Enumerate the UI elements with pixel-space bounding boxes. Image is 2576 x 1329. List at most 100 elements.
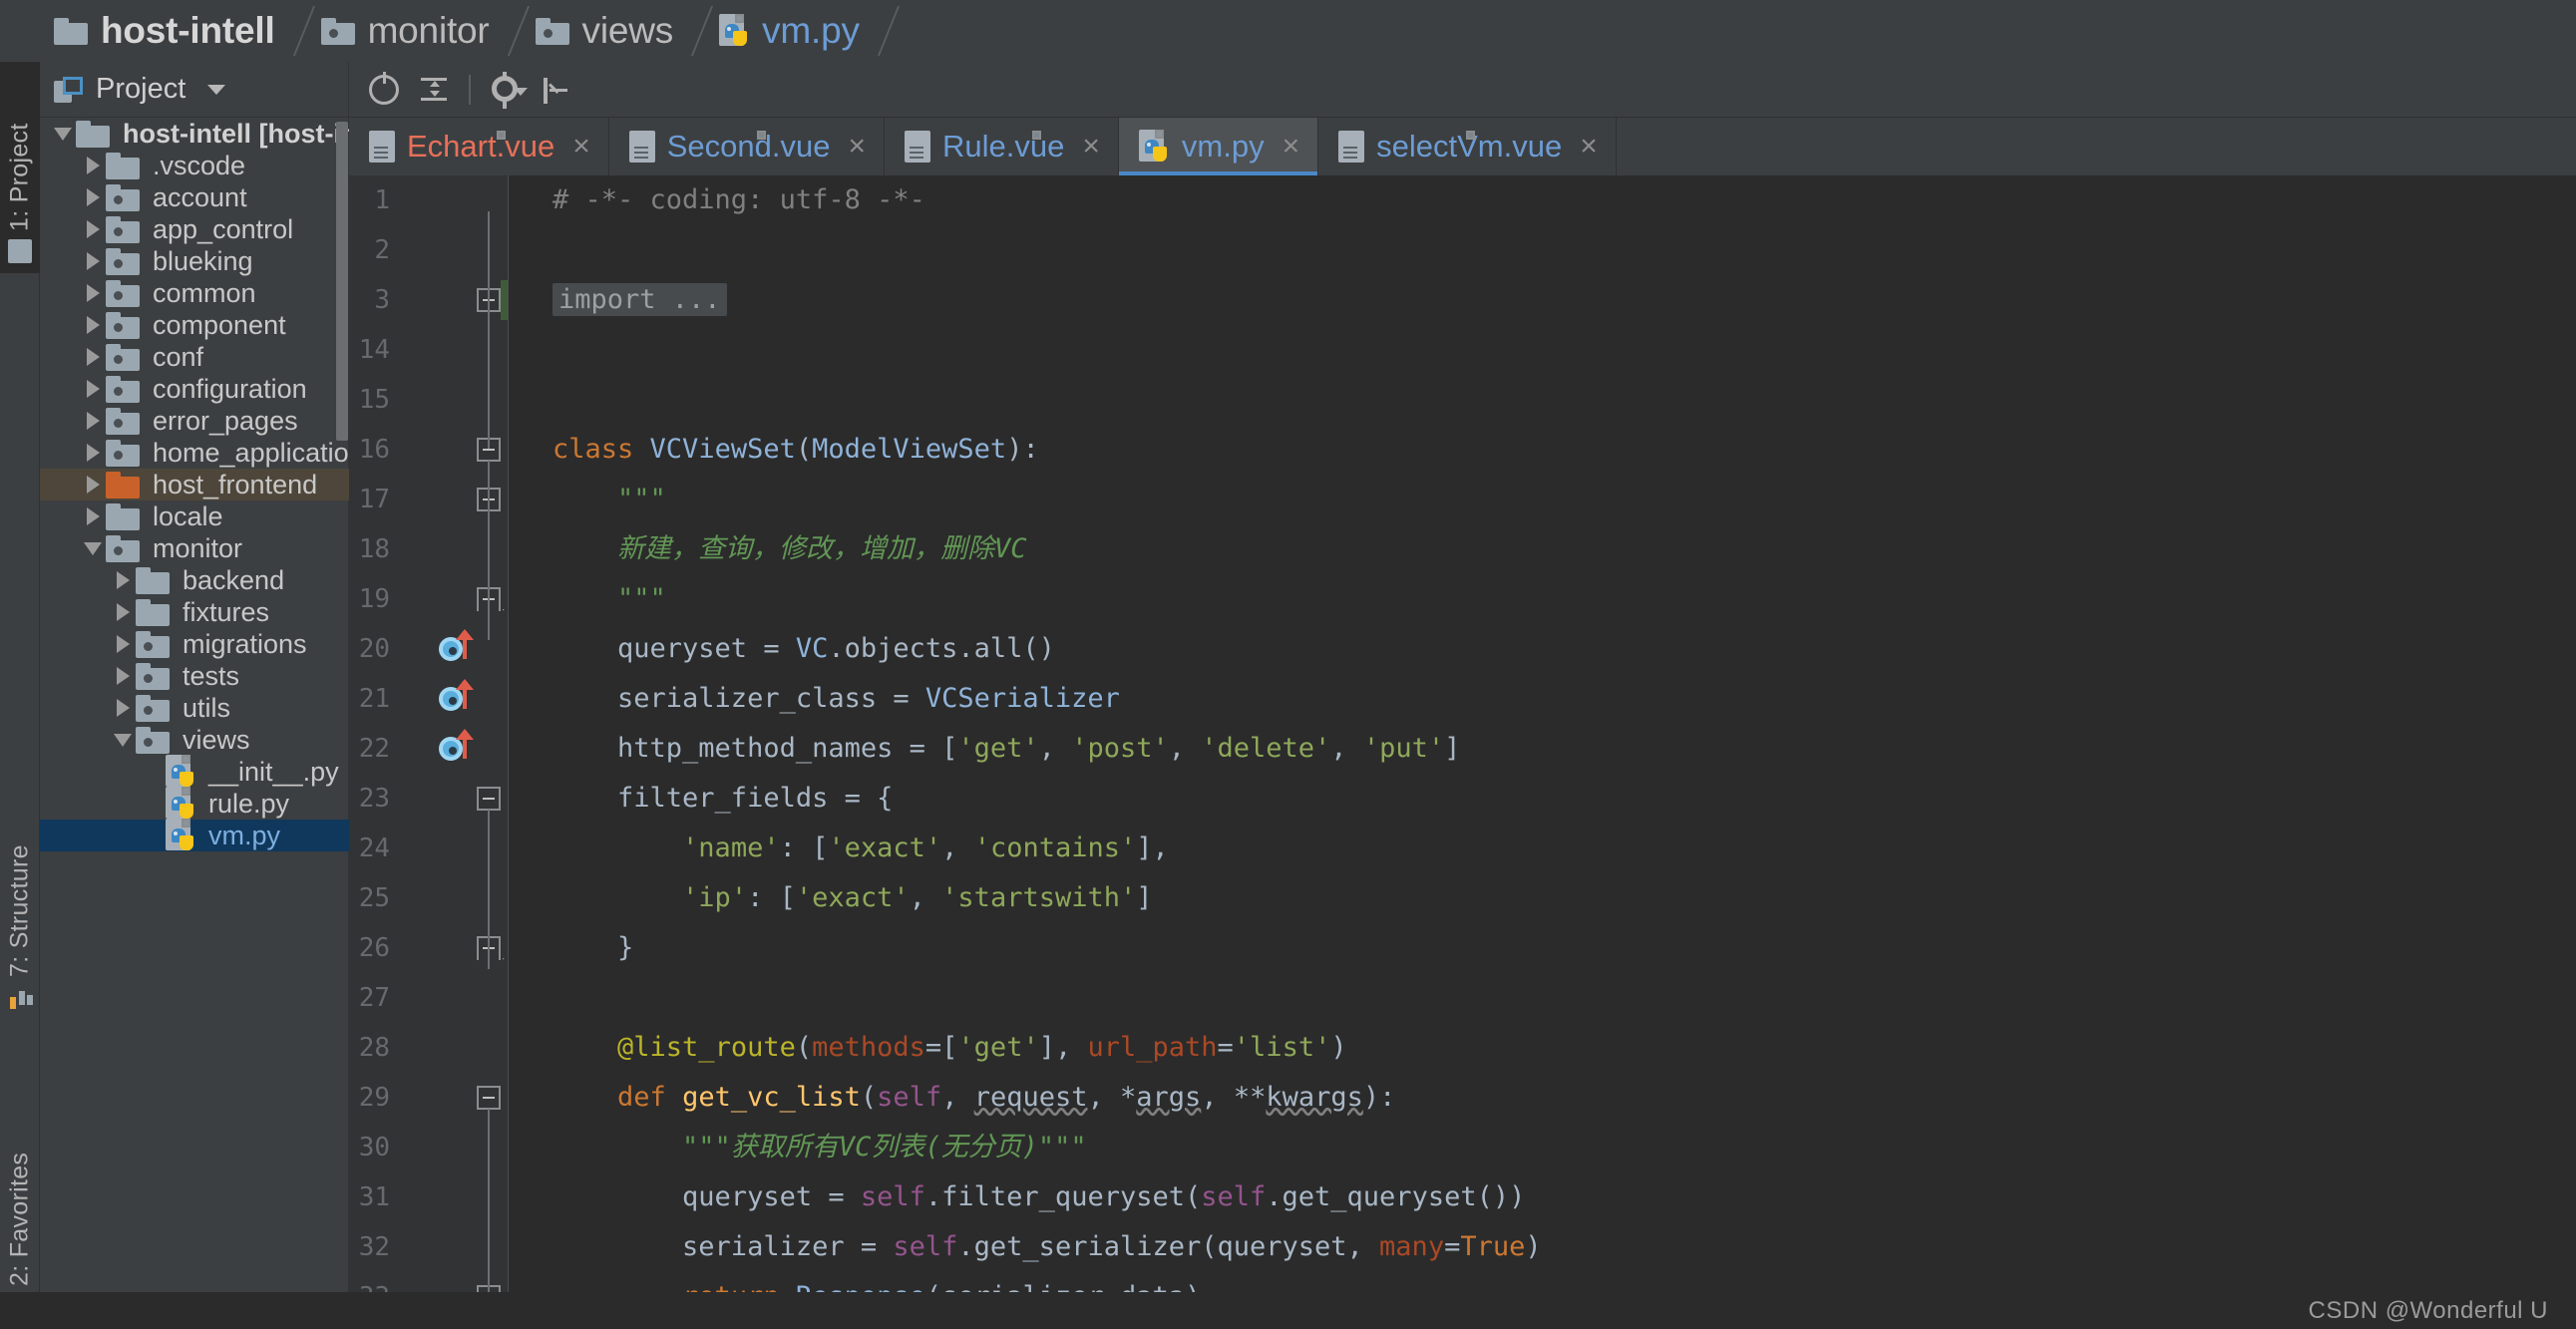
close-icon[interactable]: × — [1283, 132, 1300, 162]
editor-tab-selectvm-vue[interactable]: selectVm.vue × — [1318, 118, 1617, 175]
gutter-row[interactable]: 17 — [349, 475, 508, 524]
tree-expand-arrow-right-icon[interactable] — [80, 157, 106, 174]
code-line[interactable]: serializer = self.get_serializer(queryse… — [552, 1222, 2576, 1272]
code-line[interactable]: queryset = self.filter_queryset(self.get… — [552, 1172, 2576, 1222]
tree-item-app-control[interactable]: app_control — [40, 213, 349, 245]
code-line[interactable] — [552, 973, 2576, 1023]
tree-item--init-py[interactable]: __init__.py — [40, 755, 349, 788]
gutter-row[interactable]: 14 — [349, 325, 508, 375]
code-area[interactable]: # -*- coding: utf-8 -*- import ... class… — [509, 175, 2576, 1292]
close-icon[interactable]: × — [848, 132, 866, 162]
tree-expand-arrow-right-icon[interactable] — [80, 188, 106, 206]
gutter-row[interactable]: 1 — [349, 175, 508, 225]
tree-expand-arrow-down-icon[interactable] — [50, 127, 76, 141]
gutter-row[interactable]: 27 — [349, 973, 508, 1023]
code-line[interactable]: 'name': ['exact', 'contains'], — [552, 824, 2576, 873]
fold-collapse-icon[interactable] — [477, 787, 501, 811]
overridden-member-icon[interactable] — [437, 729, 474, 765]
tree-item-rule-py[interactable]: rule.py — [40, 787, 349, 820]
gutter-row[interactable]: 26 — [349, 923, 508, 973]
tree-item-vm-py[interactable]: vm.py — [40, 819, 349, 851]
tree-expand-arrow-right-icon[interactable] — [80, 507, 106, 525]
code-line[interactable]: serializer_class = VCSerializer — [552, 674, 2576, 724]
gutter-row[interactable]: 3 — [349, 275, 508, 325]
tree-expand-arrow-right-icon[interactable] — [110, 571, 136, 589]
hide-panel-icon[interactable] — [534, 68, 577, 112]
gutter-row[interactable]: 29 — [349, 1073, 508, 1123]
code-line[interactable]: http_method_names = ['get', 'post', 'del… — [552, 724, 2576, 774]
code-line[interactable] — [552, 325, 2576, 375]
tree-expand-arrow-right-icon[interactable] — [80, 348, 106, 366]
gutter-row[interactable]: 20 — [349, 624, 508, 674]
tree-item-tests[interactable]: tests — [40, 660, 349, 692]
tree-expand-arrow-down-icon[interactable] — [110, 733, 136, 747]
collapse-all-icon[interactable] — [412, 68, 456, 112]
breadcrumb-item-views[interactable]: views — [522, 0, 680, 62]
gutter-row[interactable]: 28 — [349, 1023, 508, 1073]
tree-expand-arrow-right-icon[interactable] — [80, 284, 106, 302]
tree-item-blueking[interactable]: blueking — [40, 245, 349, 277]
close-icon[interactable]: × — [1580, 132, 1598, 162]
tree-item--vscode[interactable]: .vscode — [40, 150, 349, 181]
tree-item-common[interactable]: common — [40, 277, 349, 309]
project-panel-header[interactable]: Project — [40, 62, 348, 118]
tree-item-fixtures[interactable]: fixtures — [40, 596, 349, 628]
close-icon[interactable]: × — [1082, 132, 1100, 162]
editor-gutter[interactable]: 1 2 3 14 15 16 17 18 19 20 21 22 23 24 25 26 27 28 29 30 31 3… — [349, 175, 509, 1323]
tree-expand-arrow-right-icon[interactable] — [80, 316, 106, 334]
tree-expand-arrow-right-icon[interactable] — [110, 667, 136, 685]
tree-expand-arrow-right-icon[interactable] — [80, 412, 106, 430]
vcs-change-marker[interactable] — [501, 280, 508, 320]
tree-item-error-pages[interactable]: error_pages — [40, 405, 349, 437]
tree-item-utils[interactable]: utils — [40, 692, 349, 724]
tree-expand-arrow-right-icon[interactable] — [80, 476, 106, 494]
code-line[interactable] — [552, 375, 2576, 425]
breadcrumb-item-vm-py[interactable]: vm.py — [705, 0, 866, 62]
overridden-member-icon[interactable] — [437, 629, 474, 665]
code-line[interactable]: class VCViewSet(ModelViewSet): — [552, 425, 2576, 475]
gutter-row[interactable]: 21 — [349, 674, 508, 724]
tree-item-host-intell-host-intell-mas[interactable]: host-intell [host-intell-mas — [40, 118, 349, 150]
code-line[interactable]: """ — [552, 475, 2576, 524]
locate-icon[interactable] — [362, 68, 406, 112]
code-line[interactable]: 新建，查询，修改，增加，删除VC — [552, 524, 2576, 574]
code-editor[interactable]: 1 2 3 14 15 16 17 18 19 20 21 22 23 24 25 26 27 28 29 30 31 3… — [349, 175, 2576, 1323]
code-line[interactable]: queryset = VC.objects.all() — [552, 624, 2576, 674]
breadcrumb-item-monitor[interactable]: monitor — [307, 0, 496, 62]
gutter-row[interactable]: 19 — [349, 574, 508, 624]
tree-item-monitor[interactable]: monitor — [40, 532, 349, 564]
editor-tab-vm-py[interactable]: vm.py × — [1118, 118, 1319, 175]
gutter-row[interactable]: 23 — [349, 774, 508, 824]
code-line[interactable]: """获取所有VC列表(无分页)""" — [552, 1123, 2576, 1172]
gutter-row[interactable]: 15 — [349, 375, 508, 425]
gutter-row[interactable]: 25 — [349, 873, 508, 923]
editor-tab-second-vue[interactable]: Second.vue × — [608, 118, 885, 175]
tree-expand-arrow-right-icon[interactable] — [80, 220, 106, 238]
gutter-row[interactable]: 30 — [349, 1123, 508, 1172]
gutter-row[interactable]: 16 — [349, 425, 508, 475]
code-line[interactable]: # -*- coding: utf-8 -*- — [552, 175, 2576, 225]
code-line[interactable]: 'ip': ['exact', 'startswith'] — [552, 873, 2576, 923]
code-line[interactable]: import ... — [552, 275, 2576, 325]
tree-expand-arrow-right-icon[interactable] — [80, 444, 106, 462]
close-icon[interactable]: × — [572, 132, 590, 162]
chevron-down-icon[interactable] — [207, 84, 226, 95]
tree-expand-arrow-right-icon[interactable] — [80, 380, 106, 398]
tree-item-backend[interactable]: backend — [40, 564, 349, 596]
code-line[interactable]: filter_fields = { — [552, 774, 2576, 824]
code-line[interactable] — [552, 225, 2576, 275]
tool-window-tab-structure[interactable]: 7: Structure — [0, 760, 40, 1019]
tree-expand-arrow-right-icon[interactable] — [110, 603, 136, 621]
breadcrumb-item-host-intell[interactable]: host-intell — [40, 0, 281, 62]
tool-window-tab-project[interactable]: 1: Project — [0, 62, 40, 273]
code-line[interactable]: def get_vc_list(self, request, *args, **… — [552, 1073, 2576, 1123]
code-text[interactable]: # -*- coding: utf-8 -*- import ... class… — [552, 175, 2576, 1292]
tree-expand-arrow-right-icon[interactable] — [110, 635, 136, 653]
tree-item-conf[interactable]: conf — [40, 341, 349, 373]
tree-item-migrations[interactable]: migrations — [40, 628, 349, 660]
tree-item-home-application[interactable]: home_application — [40, 437, 349, 469]
settings-gear-icon[interactable] — [484, 68, 528, 112]
tree-item-views[interactable]: views — [40, 724, 349, 756]
tree-item-host-frontend[interactable]: host_frontend — [40, 469, 349, 500]
project-tree[interactable]: host-intell [host-intell-mas.vscodeaccou… — [40, 118, 349, 1329]
